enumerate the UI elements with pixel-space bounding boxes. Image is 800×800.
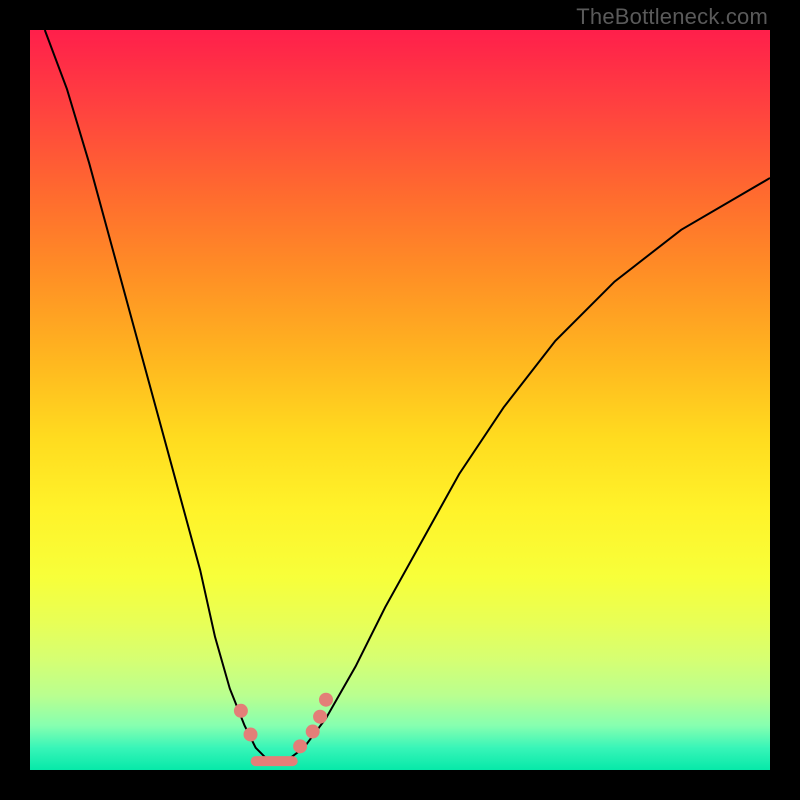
marker-point (313, 710, 327, 724)
watermark-text: TheBottleneck.com (576, 6, 768, 28)
marker-point (293, 739, 307, 753)
bottleneck-curve-svg (30, 30, 770, 770)
marker-group (234, 693, 333, 761)
marker-point (306, 725, 320, 739)
marker-point (244, 727, 258, 741)
marker-point (319, 693, 333, 707)
marker-point (234, 704, 248, 718)
bottleneck-curve (45, 30, 770, 763)
plot-area (30, 30, 770, 770)
chart-frame: TheBottleneck.com (0, 0, 800, 800)
